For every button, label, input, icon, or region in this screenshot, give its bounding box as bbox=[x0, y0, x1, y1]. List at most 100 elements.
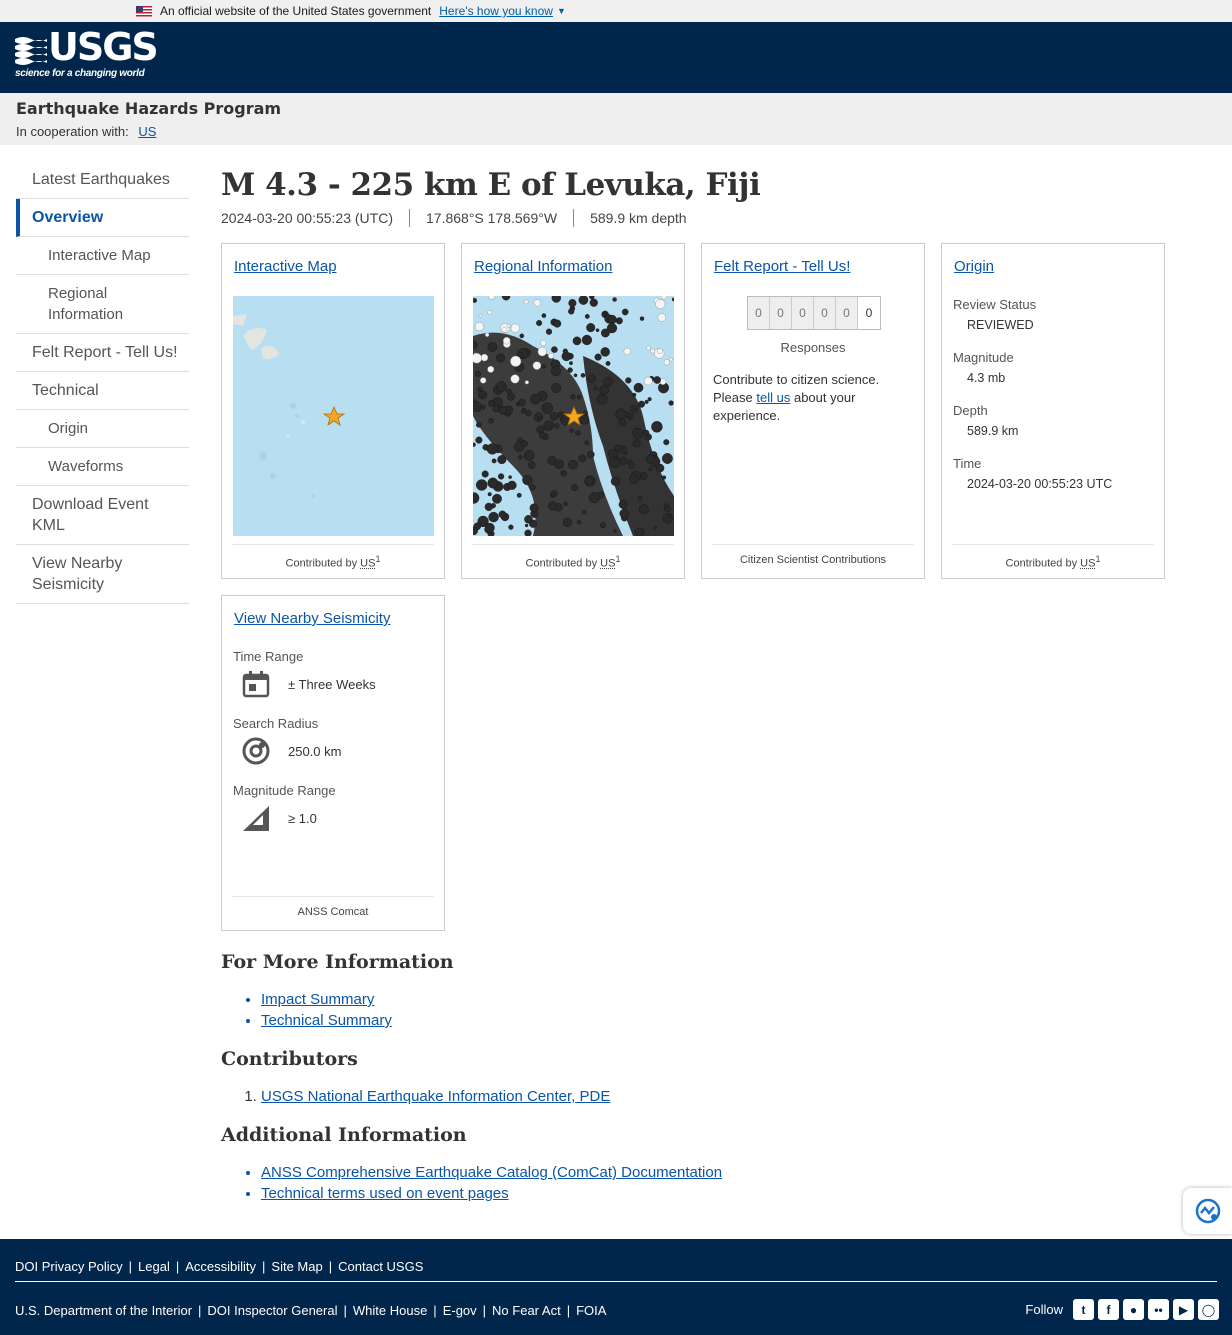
depth-label: Depth bbox=[953, 403, 988, 418]
sidebar-item-technical[interactable]: Technical bbox=[16, 372, 189, 410]
contributors-list: USGS National Earthquake Information Cen… bbox=[221, 1086, 1121, 1107]
tell-us-link[interactable]: tell us bbox=[756, 390, 790, 405]
list-item: Technical Summary bbox=[261, 1010, 1121, 1031]
feedback-widget-button[interactable] bbox=[1183, 1188, 1232, 1234]
time-label: Time bbox=[953, 456, 982, 471]
sidebar-item-download-kml[interactable]: Download Event KML bbox=[16, 486, 189, 545]
usgs-logo-text: USGS bbox=[48, 25, 159, 69]
time-range-value: ± Three Weeks bbox=[288, 676, 376, 692]
event-depth: 589.9 km depth bbox=[573, 209, 703, 227]
accessibility-link[interactable]: Accessibility bbox=[185, 1259, 256, 1274]
technical-summary-link[interactable]: Technical Summary bbox=[261, 1012, 392, 1029]
contributor-ref: 1 bbox=[1095, 554, 1101, 564]
responses-label: Responses bbox=[780, 340, 846, 355]
counter-digit: 0 bbox=[748, 297, 770, 329]
social-follow: Follow t f ● •• ▶ ◯ bbox=[1025, 1299, 1219, 1320]
origin-contributor: Contributed by US1 bbox=[952, 544, 1154, 578]
program-title[interactable]: Earthquake Hazards Program bbox=[16, 99, 1216, 118]
regional-information-link[interactable]: Regional Information bbox=[474, 258, 612, 275]
interactive-map-thumbnail[interactable] bbox=[233, 296, 434, 536]
e-gov-link[interactable]: E-gov bbox=[443, 1303, 477, 1318]
sidebar-item-latest-earthquakes[interactable]: Latest Earthquakes bbox=[16, 161, 189, 199]
flickr-icon[interactable]: •• bbox=[1148, 1299, 1169, 1320]
event-time: 2024-03-20 00:55:23 (UTC) bbox=[221, 210, 393, 226]
site-map-link[interactable]: Site Map bbox=[271, 1259, 322, 1274]
footer-links-secondary: U.S. Department of the Interior | DOI Ins… bbox=[15, 1303, 607, 1318]
counter-digit: 0 bbox=[814, 297, 836, 329]
regional-information-card: Regional Information Contributed by US1 bbox=[461, 243, 685, 579]
facebook-icon[interactable]: f bbox=[1098, 1299, 1119, 1320]
impact-summary-link[interactable]: Impact Summary bbox=[261, 991, 374, 1008]
sidebar-item-regional-information[interactable]: Regional Information bbox=[16, 275, 189, 334]
regional-map-thumbnail[interactable] bbox=[473, 296, 674, 536]
github-icon[interactable]: ● bbox=[1123, 1299, 1144, 1320]
view-nearby-seismicity-link[interactable]: View Nearby Seismicity bbox=[234, 610, 390, 627]
search-radius-label: Search Radius bbox=[233, 716, 319, 731]
contact-usgs-link[interactable]: Contact USGS bbox=[338, 1259, 423, 1274]
list-item: ANSS Comprehensive Earthquake Catalog (C… bbox=[261, 1162, 1121, 1183]
sidebar-item-waveforms[interactable]: Waveforms bbox=[16, 448, 189, 486]
magnitude-value: 4.3 mb bbox=[967, 371, 1006, 385]
event-summary: 2024-03-20 00:55:23 (UTC) 17.868°S 178.5… bbox=[221, 209, 1211, 227]
interactive-map-link[interactable]: Interactive Map bbox=[234, 258, 337, 275]
white-house-link[interactable]: White House bbox=[353, 1303, 427, 1318]
doi-privacy-policy-link[interactable]: DOI Privacy Policy bbox=[15, 1259, 123, 1274]
regional-map-svg bbox=[473, 296, 674, 536]
chevron-down-icon[interactable]: ▼ bbox=[557, 6, 566, 16]
footer-links-primary: DOI Privacy Policy | Legal | Accessibility… bbox=[15, 1259, 424, 1274]
doi-inspector-general-link[interactable]: DOI Inspector General bbox=[207, 1303, 337, 1318]
site-footer: DOI Privacy Policy | Legal | Accessibility… bbox=[0, 1239, 1232, 1335]
additional-information-heading: Additional Information bbox=[221, 1124, 467, 1146]
us-flag-icon bbox=[136, 5, 152, 17]
no-fear-act-link[interactable]: No Fear Act bbox=[492, 1303, 561, 1318]
sidebar-item-origin[interactable]: Origin bbox=[16, 410, 189, 448]
usgs-logo[interactable]: USGS science for a changing world bbox=[15, 27, 159, 83]
coop-link-us[interactable]: US bbox=[138, 124, 156, 139]
contributor-ref: 1 bbox=[375, 554, 381, 564]
time-range-label: Time Range bbox=[233, 649, 304, 664]
sidebar-item-view-nearby-seismicity[interactable]: View Nearby Seismicity bbox=[16, 545, 189, 604]
event-title: M 4.3 - 225 km E of Levuka, Fiji bbox=[221, 167, 761, 203]
contributor-network: US bbox=[360, 557, 376, 570]
origin-card: Origin Review Status REVIEWED Magnitude … bbox=[941, 243, 1165, 579]
sidebar-item-felt-report[interactable]: Felt Report - Tell Us! bbox=[16, 334, 189, 372]
time-value: 2024-03-20 00:55:23 UTC bbox=[967, 477, 1113, 491]
instagram-icon[interactable]: ◯ bbox=[1198, 1299, 1219, 1320]
list-item: Impact Summary bbox=[261, 989, 1121, 1010]
map-contributor: Contributed by US1 bbox=[232, 544, 434, 578]
neic-contributor-link[interactable]: USGS National Earthquake Information Cen… bbox=[261, 1088, 610, 1105]
follow-label: Follow bbox=[1025, 1302, 1063, 1317]
youtube-icon[interactable]: ▶ bbox=[1173, 1299, 1194, 1320]
twitter-icon[interactable]: t bbox=[1073, 1299, 1094, 1320]
technical-terms-link[interactable]: Technical terms used on event pages bbox=[261, 1185, 509, 1202]
sidebar-item-overview[interactable]: Overview bbox=[16, 199, 189, 237]
footer-divider bbox=[15, 1281, 1217, 1282]
contributors-heading: Contributors bbox=[221, 1048, 358, 1070]
magnitude-range-label: Magnitude Range bbox=[233, 783, 336, 798]
responses-counter: 0 0 0 0 0 0 bbox=[747, 296, 881, 330]
comcat-documentation-link[interactable]: ANSS Comprehensive Earthquake Catalog (C… bbox=[261, 1164, 722, 1181]
origin-details: Review Status REVIEWED Magnitude 4.3 mb … bbox=[953, 297, 1112, 509]
heres-how-you-know-link[interactable]: Here's how you know bbox=[439, 4, 553, 18]
doi-link[interactable]: U.S. Department of the Interior bbox=[15, 1303, 192, 1318]
nearby-seismicity-card: View Nearby Seismicity Time Range ± Thre… bbox=[221, 595, 445, 931]
calendar-icon bbox=[233, 666, 279, 702]
more-information-list: Impact Summary Technical Summary bbox=[221, 989, 1121, 1031]
sidebar-item-interactive-map[interactable]: Interactive Map bbox=[16, 237, 189, 275]
feedback-icon bbox=[1195, 1198, 1220, 1224]
contributor-network: US bbox=[1080, 557, 1096, 570]
additional-information-list: ANSS Comprehensive Earthquake Catalog (C… bbox=[221, 1162, 1121, 1204]
felt-report-card: Felt Report - Tell Us! 0 0 0 0 0 0 Respo… bbox=[701, 243, 925, 579]
program-bar: Earthquake Hazards Program In cooperatio… bbox=[0, 93, 1232, 145]
counter-digit: 0 bbox=[792, 297, 814, 329]
list-item: Technical terms used on event pages bbox=[261, 1183, 1121, 1204]
magnitude-label: Magnitude bbox=[953, 350, 1014, 365]
felt-report-link[interactable]: Felt Report - Tell Us! bbox=[714, 258, 850, 275]
legal-link[interactable]: Legal bbox=[138, 1259, 170, 1274]
foia-link[interactable]: FOIA bbox=[576, 1303, 606, 1318]
usgs-tagline: science for a changing world bbox=[15, 68, 145, 79]
origin-link[interactable]: Origin bbox=[954, 258, 994, 275]
radius-target-icon bbox=[233, 733, 279, 769]
coop-label: In cooperation with: bbox=[16, 124, 129, 139]
contributed-by-label: Contributed by bbox=[1005, 557, 1078, 570]
